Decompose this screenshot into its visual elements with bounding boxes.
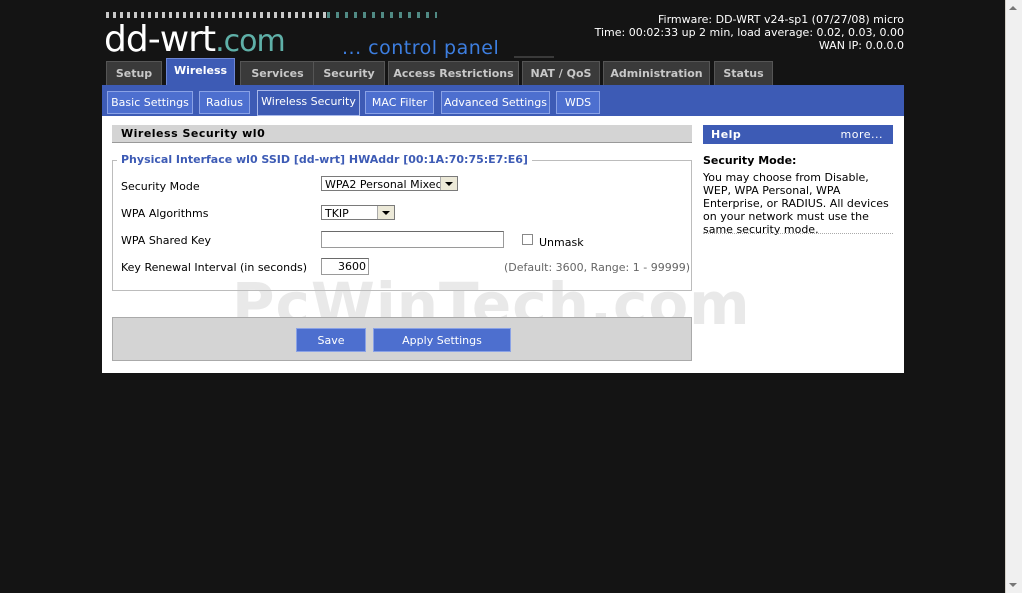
scroll-up-icon[interactable]	[1009, 6, 1017, 10]
interface-legend: Physical Interface wl0 SSID [dd-wrt] HWA…	[117, 153, 532, 166]
main-content: PcWinTech.com Wireless Security wl0 Phys…	[102, 116, 904, 373]
help-more-link[interactable]: more...	[841, 125, 883, 144]
subtab-advanced-settings[interactable]: Advanced Settings	[441, 91, 550, 114]
sub-tab-bar: Basic Settings Radius Wireless Security …	[102, 85, 904, 116]
tab-administration[interactable]: Administration	[603, 61, 710, 85]
logo-tagline: ... control panel	[342, 37, 500, 58]
save-button[interactable]: Save	[296, 328, 366, 352]
wpa-algorithms-select[interactable]: TKIP	[321, 205, 395, 220]
help-divider	[703, 233, 893, 234]
tab-access-restrictions[interactable]: Access Restrictions	[388, 61, 519, 85]
security-mode-label: Security Mode	[121, 180, 200, 193]
subtab-wireless-security[interactable]: Wireless Security	[257, 90, 360, 116]
wpa-algorithms-value: TKIP	[325, 207, 349, 220]
logo-decoration	[514, 56, 554, 58]
tab-status[interactable]: Status	[714, 61, 773, 85]
logo-decoration	[327, 12, 437, 18]
logo-decoration	[106, 12, 326, 18]
wan-ip-info: WAN IP: 0.0.0.0	[818, 39, 904, 52]
tab-setup[interactable]: Setup	[106, 61, 162, 85]
tab-security[interactable]: Security	[313, 61, 385, 85]
help-title: Help	[711, 128, 742, 141]
tab-wireless[interactable]: Wireless	[166, 58, 235, 85]
wpa-shared-key-label: WPA Shared Key	[121, 234, 211, 247]
key-renewal-label: Key Renewal Interval (in seconds)	[121, 261, 308, 274]
system-info: Firmware: DD-WRT v24-sp1 (07/27/08) micr…	[595, 13, 904, 52]
key-renewal-input[interactable]: 3600	[321, 258, 369, 275]
apply-settings-button[interactable]: Apply Settings	[373, 328, 511, 352]
key-renewal-hint: (Default: 3600, Range: 1 - 99999)	[504, 261, 690, 274]
help-text: You may choose from Disable, WEP, WPA Pe…	[703, 171, 889, 236]
interface-fieldset: Physical Interface wl0 SSID [dd-wrt] HWA…	[112, 153, 692, 291]
tab-services[interactable]: Services	[240, 61, 315, 85]
logo-brand: dd-wrt.com	[104, 19, 286, 59]
subtab-radius[interactable]: Radius	[199, 91, 250, 114]
help-topic: Security Mode:	[703, 154, 797, 167]
button-bar: Save Apply Settings	[112, 317, 692, 361]
uptime-info: Time: 00:02:33 up 2 min, load average: 0…	[594, 26, 904, 39]
help-header: Help more...	[703, 125, 893, 144]
subtab-mac-filter[interactable]: MAC Filter	[365, 91, 434, 114]
security-mode-value: WPA2 Personal Mixed	[325, 178, 443, 191]
firmware-info: Firmware: DD-WRT v24-sp1 (07/27/08) micr…	[657, 13, 904, 26]
ddwrt-logo: dd-wrt.com ... control panel	[102, 12, 557, 58]
vertical-scrollbar[interactable]	[1005, 0, 1022, 593]
unmask-checkbox[interactable]	[522, 234, 533, 245]
subtab-basic-settings[interactable]: Basic Settings	[107, 91, 193, 114]
chevron-down-icon	[440, 177, 457, 190]
wpa-algorithms-label: WPA Algorithms	[121, 207, 209, 220]
subtab-wds[interactable]: WDS	[556, 91, 600, 114]
scroll-down-icon[interactable]	[1009, 583, 1017, 587]
wpa-shared-key-input[interactable]	[321, 231, 504, 248]
security-mode-select[interactable]: WPA2 Personal Mixed	[321, 176, 458, 191]
unmask-label: Unmask	[539, 236, 584, 249]
section-title: Wireless Security wl0	[112, 125, 692, 143]
tab-nat-qos[interactable]: NAT / QoS	[522, 61, 600, 85]
chevron-down-icon	[377, 206, 394, 219]
